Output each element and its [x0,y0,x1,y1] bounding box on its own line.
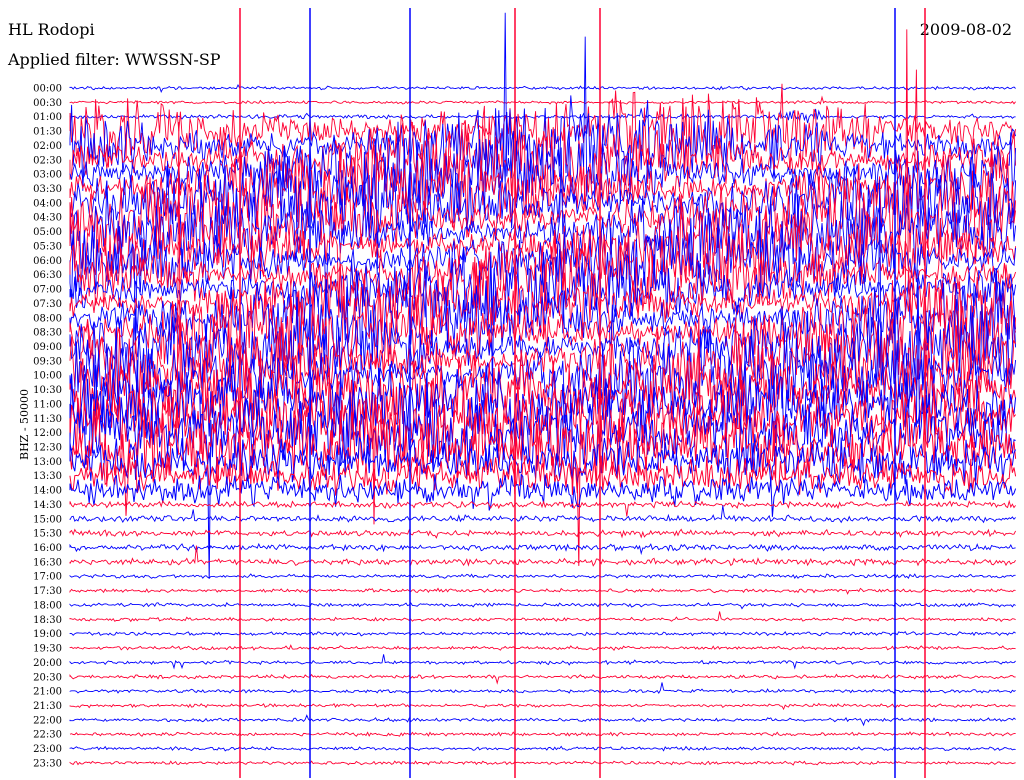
trace-row-2230 [69,731,1016,737]
row-label-0700: 07:00 [33,285,62,296]
row-label-1900: 19:00 [33,629,62,640]
trace-row-1630 [69,545,1016,567]
trace-row-2000 [69,654,1016,670]
trace-row-2300 [69,745,1016,752]
row-label-2330: 23:30 [33,758,62,769]
row-label-0530: 05:30 [33,241,62,252]
row-label-0430: 04:30 [33,213,62,224]
row-label-0900: 09:00 [33,342,62,353]
trace-row-1530 [69,528,1017,539]
row-label-2300: 23:00 [33,744,62,755]
row-label-1200: 12:00 [33,428,62,439]
row-label-1100: 11:00 [33,399,62,410]
trace-row-1830 [69,611,1016,623]
row-label-1800: 18:00 [33,600,62,611]
row-label-1330: 13:30 [33,471,62,482]
row-label-0030: 00:30 [33,98,62,109]
row-label-1700: 17:00 [33,572,62,583]
row-label-1930: 19:30 [33,644,62,655]
trace-row-1500 [69,505,1016,524]
trace-row-1430 [69,499,1016,517]
row-label-0600: 06:00 [33,256,62,267]
trace-row-2100 [69,682,1016,694]
trace-row-2130 [69,702,1016,711]
trace-row-0100 [69,108,1016,124]
trace-row-1930 [69,644,1016,651]
row-label-1730: 17:30 [33,586,62,597]
row-label-2000: 20:00 [33,658,62,669]
row-label-0000: 00:00 [33,84,62,95]
row-label-0330: 03:30 [33,184,62,195]
trace-row-2330 [69,760,1016,766]
row-label-1830: 18:30 [33,615,62,626]
trace-row-1600 [69,542,1016,556]
row-label-0730: 07:30 [33,299,62,310]
row-label-2100: 21:00 [33,687,62,698]
row-label-2130: 21:30 [33,701,62,712]
row-label-1000: 10:00 [33,371,62,382]
row-label-1630: 16:30 [33,557,62,568]
row-label-0500: 05:00 [33,227,62,238]
row-label-0400: 04:00 [33,198,62,209]
row-label-0200: 02:00 [33,141,62,152]
row-label-2200: 22:00 [33,715,62,726]
row-label-2230: 22:30 [33,730,62,741]
row-label-0300: 03:00 [33,170,62,181]
trace-row-2030 [69,673,1016,685]
trace-row-0000 [69,84,1016,93]
row-label-1530: 15:30 [33,529,62,540]
row-label-1230: 12:30 [33,443,62,454]
row-label-1030: 10:30 [33,385,62,396]
row-label-0130: 01:30 [33,127,62,138]
row-label-group: 00:00 00:30 01:00 01:30 02:00 02:30 03:00 03:30… [33,84,62,770]
row-label-1430: 14:30 [33,500,62,511]
trace-row-1900 [69,630,1016,637]
trace-row-2200 [69,714,1016,727]
row-label-1300: 13:00 [33,457,62,468]
row-label-1500: 15:00 [33,514,62,525]
row-label-0100: 01:00 [33,112,62,123]
trace-group [69,8,1017,778]
row-label-1600: 16:00 [33,543,62,554]
row-label-1400: 14:00 [33,486,62,497]
row-label-0630: 06:30 [33,270,62,281]
seismogram-plot: 00:00 00:30 01:00 01:30 02:00 02:30 03:00 03:30… [33,8,1017,778]
trace-row-1800 [69,601,1016,610]
row-label-1130: 11:30 [33,414,62,425]
trace-row-0030 [69,95,1016,105]
row-label-0830: 08:30 [33,328,62,339]
row-label-0800: 08:00 [33,313,62,324]
row-label-0230: 02:30 [33,155,62,166]
trace-row-1730 [69,587,1016,595]
row-label-0930: 09:30 [33,356,62,367]
row-label-2030: 20:30 [33,672,62,683]
trace-row-1700 [69,573,1016,580]
